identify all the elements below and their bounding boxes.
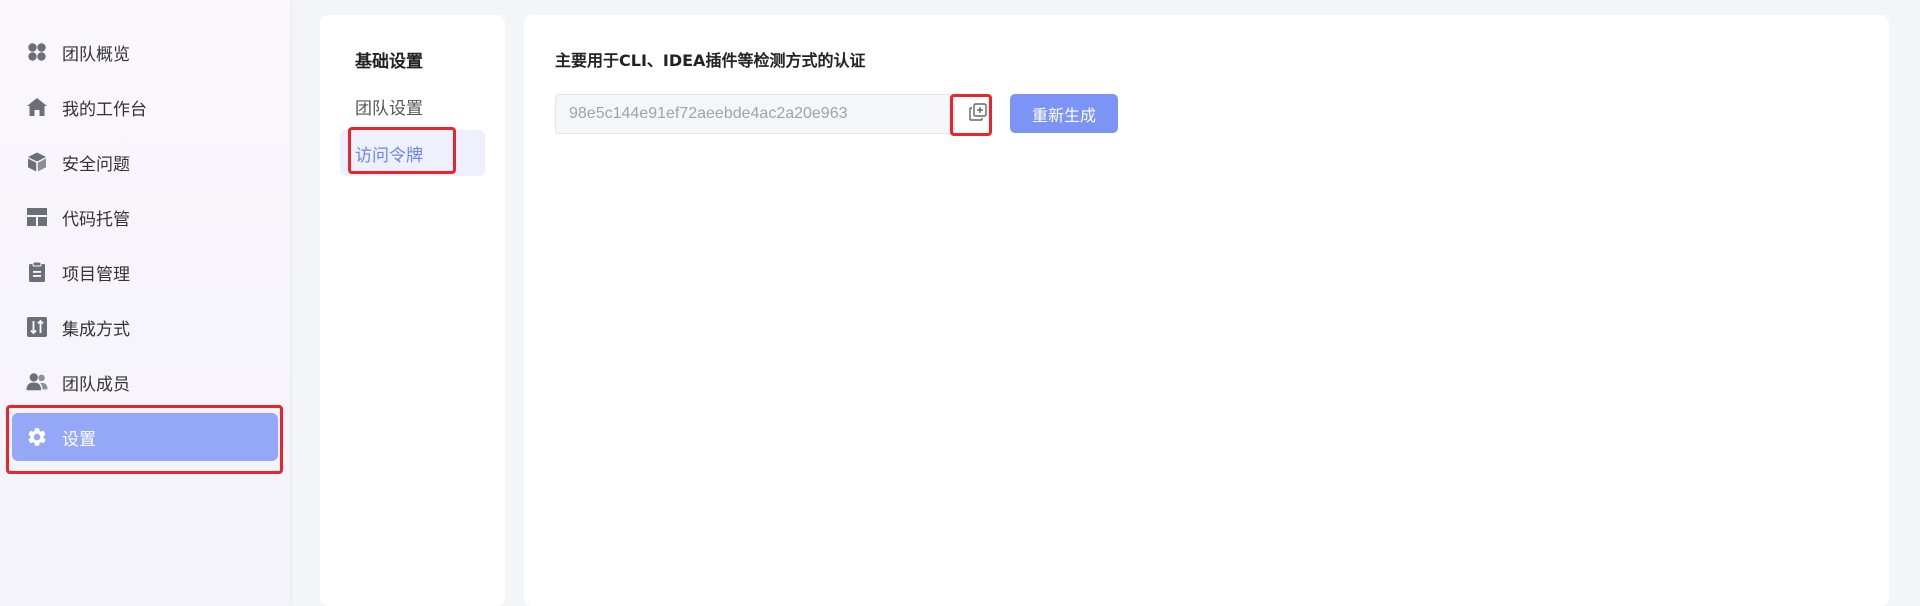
grid-flower-icon <box>26 41 48 63</box>
submenu-item-access-token[interactable]: 访问令牌 <box>340 130 485 176</box>
sidebar-item-label: 项目管理 <box>62 264 130 285</box>
gear-icon <box>26 426 48 448</box>
sort-arrows-icon <box>26 316 48 338</box>
sidebar-item-label: 我的工作台 <box>62 99 147 120</box>
access-token-panel: 主要用于CLI、IDEA插件等检测方式的认证 重新生成 <box>524 15 1889 606</box>
regenerate-button[interactable]: 重新生成 <box>1010 94 1118 133</box>
sidebar-item-my-workbench[interactable]: 我的工作台 <box>12 83 278 131</box>
submenu-group-title: 基础设置 <box>355 52 423 72</box>
cube-icon <box>26 151 48 173</box>
submenu-item-label: 访问令牌 <box>355 145 423 166</box>
sidebar-item-label: 代码托管 <box>62 209 130 230</box>
token-field <box>555 94 955 134</box>
copy-token-button[interactable] <box>961 97 995 131</box>
sidebar-item-label: 设置 <box>62 429 96 450</box>
token-description: 主要用于CLI、IDEA插件等检测方式的认证 <box>555 51 866 70</box>
sidebar-item-team-overview[interactable]: 团队概览 <box>12 28 278 76</box>
layout-icon <box>26 206 48 228</box>
sidebar-item-team-members[interactable]: 团队成员 <box>12 358 278 406</box>
submenu-item-team-settings[interactable]: 团队设置 <box>340 83 485 129</box>
sidebar-item-security-issues[interactable]: 安全问题 <box>12 138 278 186</box>
sidebar-item-project-management[interactable]: 项目管理 <box>12 248 278 296</box>
sidebar: 团队概览 我的工作台 安全问题 代码托管 项目管理 集成方式 团队成员 设置 <box>0 0 290 606</box>
sidebar-item-label: 团队概览 <box>62 44 130 65</box>
users-icon <box>26 371 48 393</box>
copy-icon <box>968 102 988 126</box>
sidebar-item-settings[interactable]: 设置 <box>12 413 278 461</box>
submenu-item-label: 团队设置 <box>355 98 423 119</box>
token-input[interactable] <box>556 95 954 133</box>
app-root: 团队概览 我的工作台 安全问题 代码托管 项目管理 集成方式 团队成员 设置 基… <box>0 0 1920 606</box>
sidebar-item-code-hosting[interactable]: 代码托管 <box>12 193 278 241</box>
clipboard-icon <box>26 261 48 283</box>
sidebar-item-label: 团队成员 <box>62 374 130 395</box>
settings-submenu: 基础设置 团队设置 访问令牌 <box>320 15 505 606</box>
home-icon <box>26 96 48 118</box>
sidebar-item-label: 集成方式 <box>62 319 130 340</box>
sidebar-item-integration[interactable]: 集成方式 <box>12 303 278 351</box>
sidebar-item-label: 安全问题 <box>62 154 130 175</box>
